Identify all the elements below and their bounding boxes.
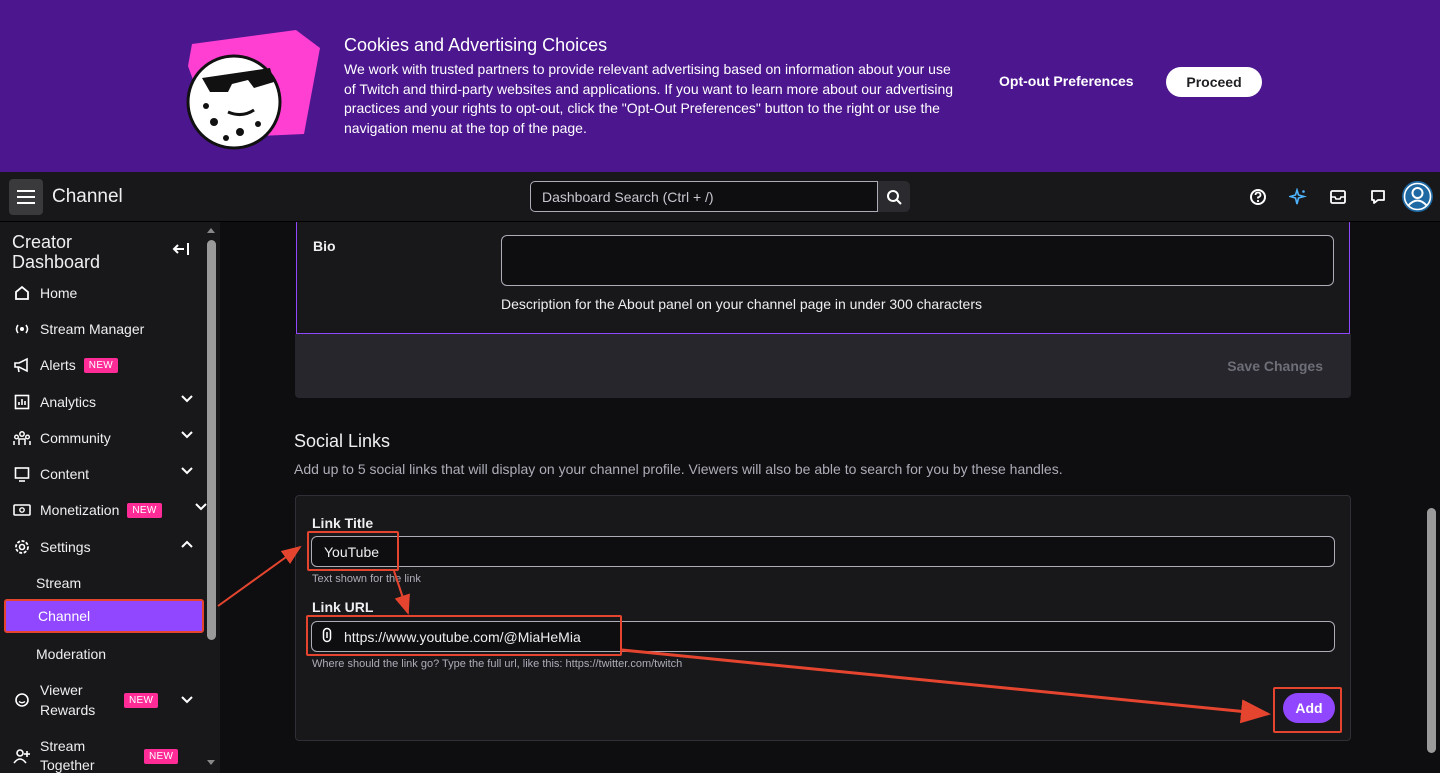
avatar[interactable] <box>1402 181 1433 212</box>
money-icon <box>12 500 32 520</box>
sidebar-scroll-down[interactable] <box>207 760 215 765</box>
sidebar-item-label: Viewer Rewards <box>40 682 96 718</box>
sidebar-item-analytics[interactable]: Analytics <box>12 385 207 419</box>
cookie-text: We work with trusted partners to provide… <box>344 61 954 136</box>
inbox-icon <box>1330 190 1346 204</box>
smile-icon <box>12 690 32 710</box>
sidebar-item-stream-together[interactable]: Stream Together NEW <box>12 736 207 773</box>
search-button[interactable] <box>878 181 910 212</box>
menu-icon <box>17 190 35 204</box>
home-icon <box>12 283 32 303</box>
sidebar-item-viewer-rewards[interactable]: Viewer Rewards NEW <box>12 680 207 720</box>
social-links-panel: Link Title Text shown for the link Link … <box>295 495 1351 741</box>
sidebar-item-label: Stream Together <box>40 738 95 773</box>
user-avatar-icon <box>1403 182 1432 211</box>
sidebar-item-settings[interactable]: Settings <box>12 530 207 564</box>
whispers-icon <box>1371 190 1385 204</box>
sidebar-item-label: Stream Manager <box>40 321 145 337</box>
sidebar-subitem-moderation[interactable]: Moderation <box>4 637 204 671</box>
sidebar-item-label: Community <box>40 430 111 446</box>
sidebar-item-content[interactable]: Content <box>12 457 207 491</box>
top-nav: Channel <box>0 172 1440 222</box>
bio-label: Bio <box>313 238 336 254</box>
sidebar-item-label: Home <box>40 285 78 301</box>
menu-button[interactable] <box>9 179 43 215</box>
sidebar-item-label: Alerts <box>40 357 76 373</box>
opt-out-preferences-link[interactable]: Opt-out Preferences <box>999 73 1134 89</box>
bio-panel: Bio Description for the About panel on y… <box>296 222 1350 334</box>
sidebar-subitem-stream[interactable]: Stream <box>4 566 204 600</box>
cookie-title: Cookies and Advertising Choices <box>344 35 608 55</box>
collapse-sidebar-icon[interactable] <box>172 242 190 256</box>
main-scrollbar[interactable] <box>1427 508 1436 753</box>
sidebar-subitem-channel[interactable]: Channel <box>4 599 204 633</box>
chevron-up-icon <box>181 540 193 548</box>
page-title: Channel <box>52 186 123 207</box>
sidebar: Creator Dashboard Home Stream Manager Al… <box>0 222 220 773</box>
link-url-label: Link URL <box>312 599 374 615</box>
dashboard-search-input[interactable] <box>530 181 878 212</box>
link-title-help: Text shown for the link <box>312 573 421 585</box>
chevron-down-icon <box>195 503 207 511</box>
bio-textarea[interactable] <box>501 235 1334 286</box>
sidebar-title: Creator Dashboard <box>12 232 101 272</box>
community-icon <box>12 428 32 448</box>
sidebar-item-label: Monetization <box>40 502 120 518</box>
sidebar-item-stream-manager[interactable]: Stream Manager <box>12 312 207 346</box>
new-badge: NEW <box>144 748 179 764</box>
content-icon <box>12 464 32 484</box>
help-icon <box>1250 189 1266 205</box>
main-content: Bio Description for the About panel on y… <box>220 222 1440 773</box>
link-title-label: Link Title <box>312 515 374 531</box>
save-bar: Save Changes <box>295 334 1351 398</box>
link-url-input[interactable] <box>311 621 1335 652</box>
broadcast-icon <box>12 319 32 339</box>
chevron-down-icon <box>181 467 193 475</box>
sidebar-item-label: Analytics <box>40 394 97 410</box>
search-icon <box>887 189 902 205</box>
inbox-button[interactable] <box>1328 187 1348 207</box>
bio-help-text: Description for the About panel on your … <box>501 296 982 312</box>
sidebar-item-community[interactable]: Community <box>12 421 207 455</box>
link-icon <box>322 627 332 643</box>
sidebar-item-monetization[interactable]: Monetization NEW <box>12 493 207 527</box>
new-badge: NEW <box>127 502 162 518</box>
chevron-down-icon <box>181 395 193 403</box>
social-links-title: Social Links <box>294 431 391 451</box>
megaphone-icon <box>12 355 32 375</box>
sidebar-item-alerts[interactable]: Alerts NEW <box>12 348 207 382</box>
sidebar-scroll-up[interactable] <box>207 228 215 233</box>
chevron-down-icon <box>181 696 193 704</box>
cookie-mascot-icon <box>186 30 320 150</box>
gear-icon <box>12 537 32 557</box>
analytics-icon <box>12 392 32 412</box>
social-links-description: Add up to 5 social links that will displ… <box>294 461 1063 477</box>
new-badge: NEW <box>83 357 119 373</box>
chevron-down-icon <box>181 431 193 439</box>
proceed-button[interactable]: Proceed <box>1166 67 1262 97</box>
sidebar-scrollbar[interactable] <box>207 240 216 640</box>
cookie-banner: Cookies and Advertising Choices We work … <box>0 0 1440 172</box>
link-title-input[interactable] <box>311 536 1335 567</box>
link-url-help: Where should the link go? Type the full … <box>312 658 683 670</box>
add-link-button[interactable]: Add <box>1283 693 1335 723</box>
sidebar-item-label: Content <box>40 466 90 482</box>
save-changes-button[interactable]: Save Changes <box>1227 358 1323 374</box>
sidebar-item-label: Settings <box>40 539 91 555</box>
whispers-button[interactable] <box>1368 187 1388 207</box>
help-button[interactable] <box>1248 187 1268 207</box>
sidebar-item-home[interactable]: Home <box>12 276 207 310</box>
new-badge: NEW <box>124 692 159 708</box>
ai-assist-button[interactable] <box>1288 187 1308 207</box>
sparkle-icon <box>1289 188 1307 205</box>
add-friend-icon <box>12 746 32 766</box>
